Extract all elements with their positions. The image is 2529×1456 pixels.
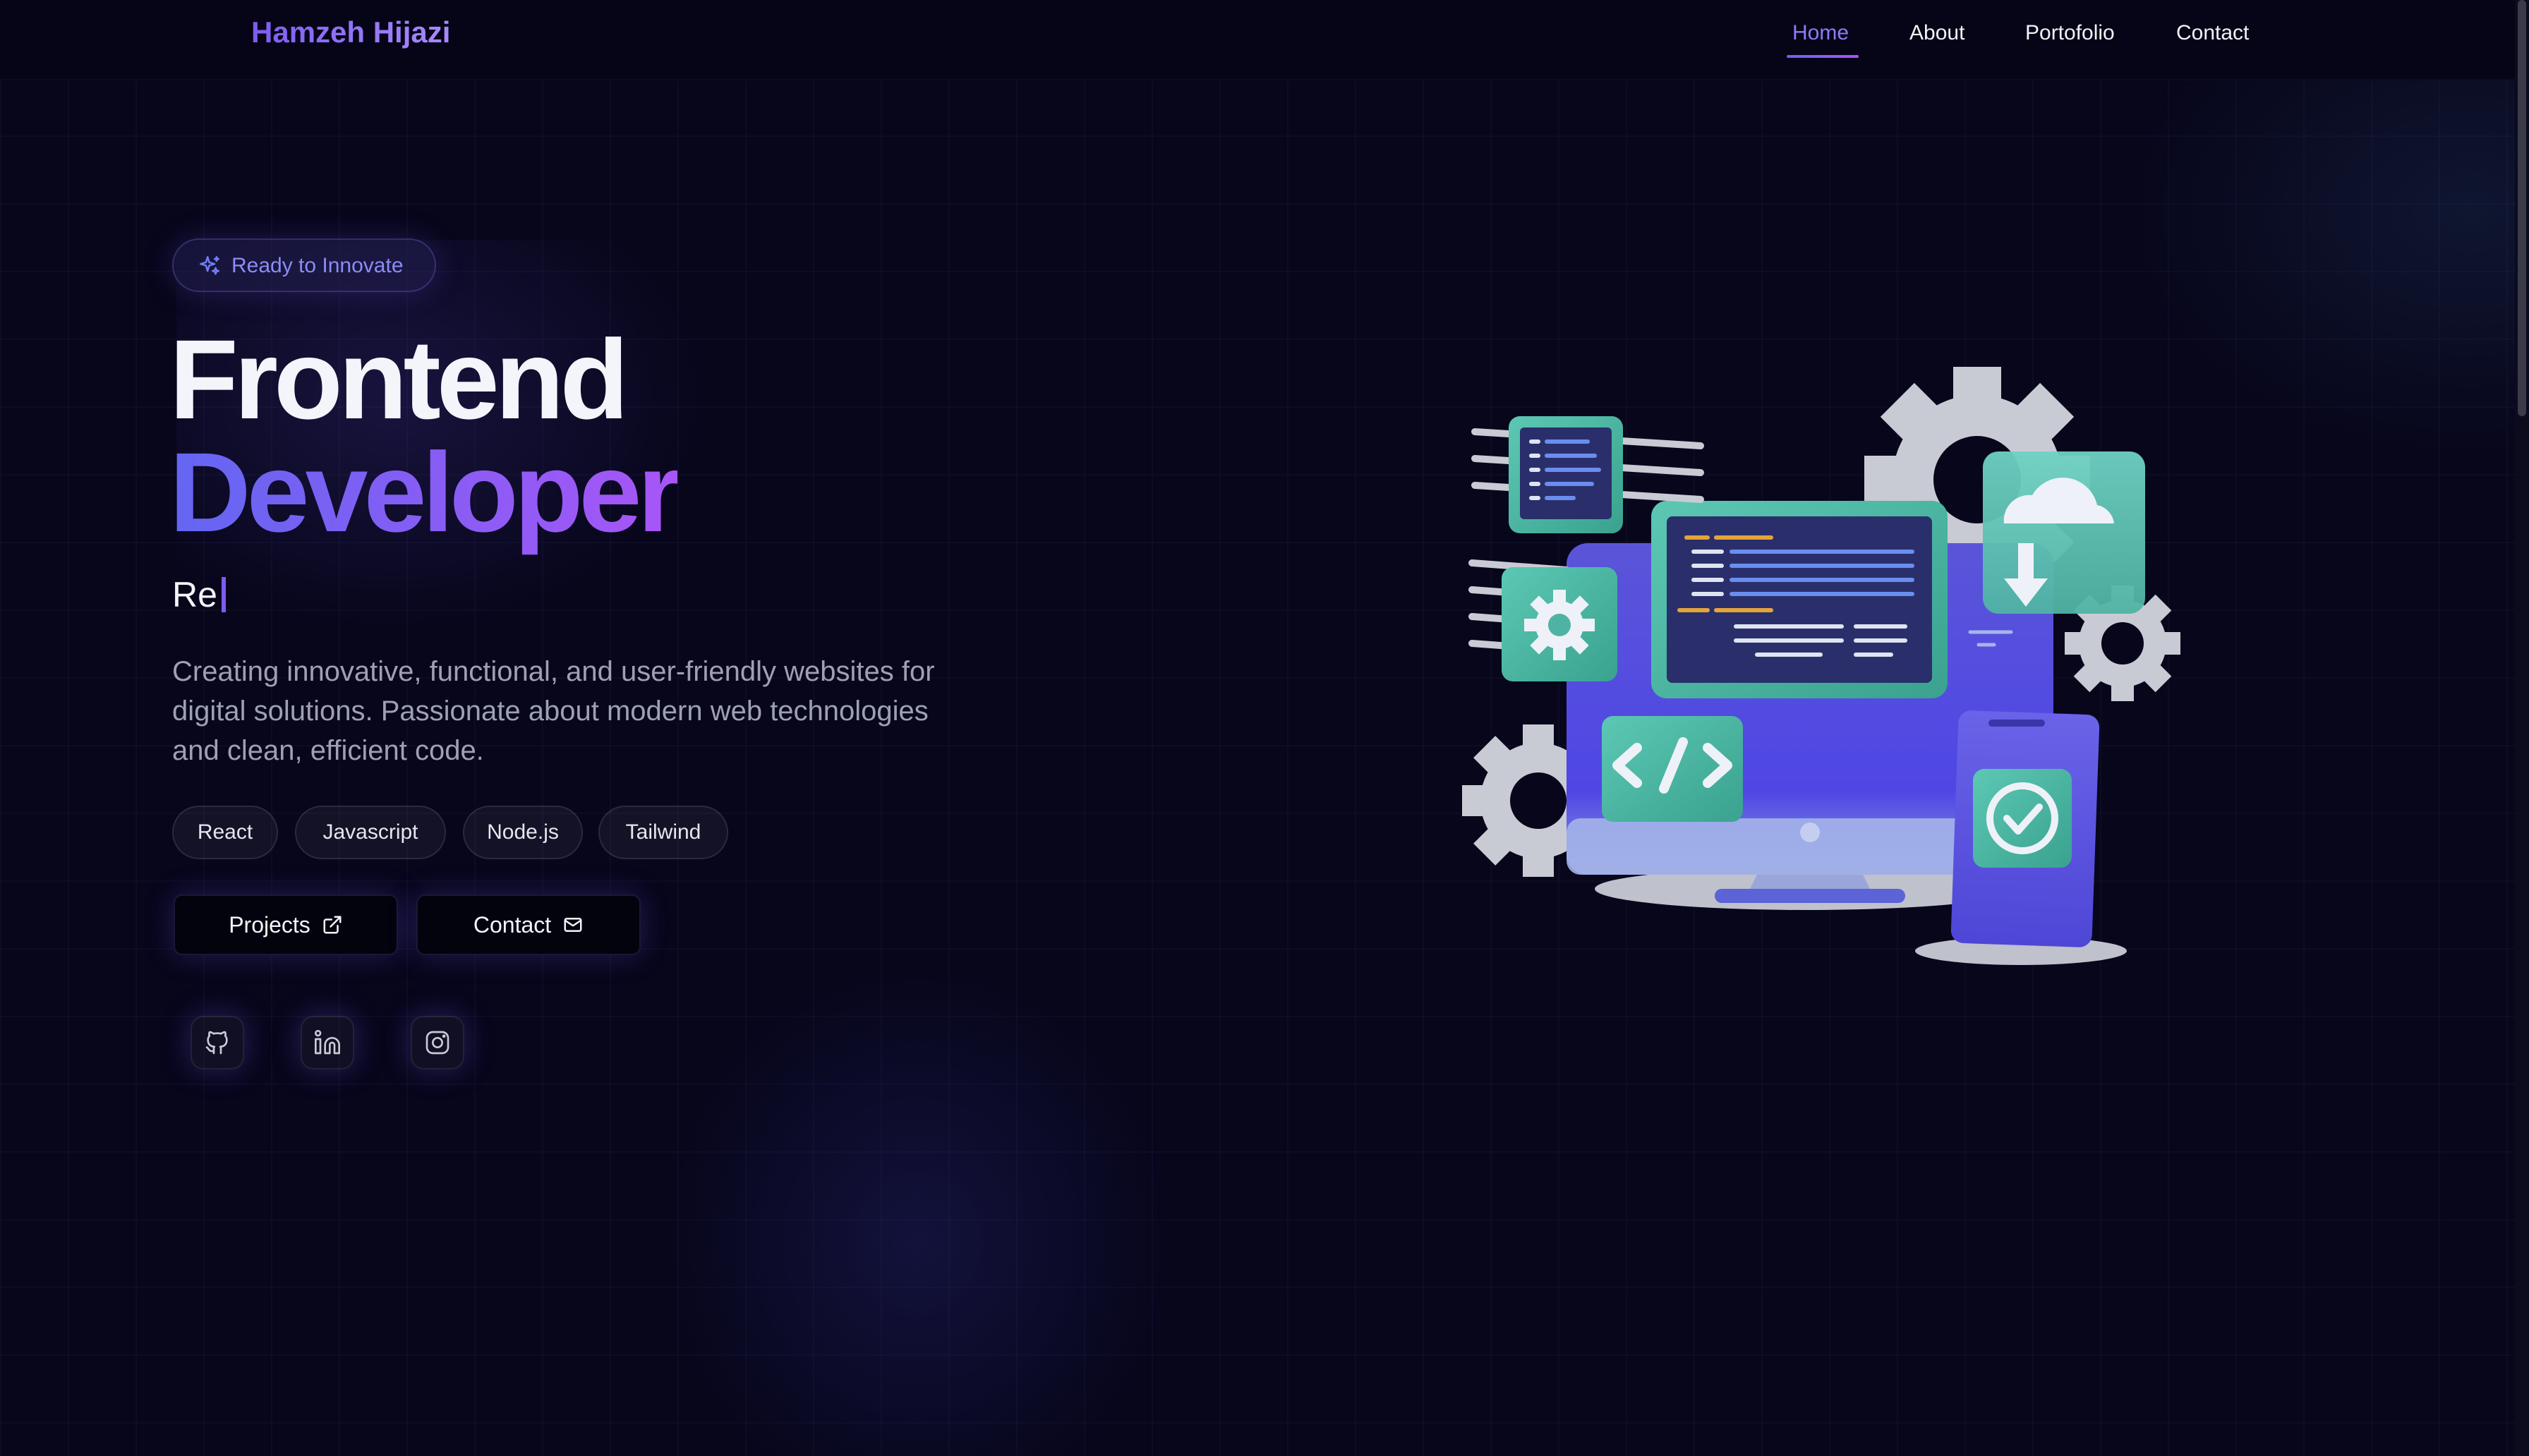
navbar: Hamzeh Hijazi Home About Portofolio Cont… (0, 0, 2515, 80)
projects-button-label: Projects (229, 911, 310, 938)
nav-contact[interactable]: Contact (2176, 21, 2249, 56)
linkedin-icon (315, 1030, 340, 1055)
hero-title-line2: Developer (169, 429, 682, 555)
external-link-icon (323, 916, 342, 934)
scrollbar-thumb[interactable] (2518, 0, 2526, 416)
contact-button[interactable]: Contact (416, 894, 641, 955)
instagram-icon (425, 1031, 449, 1055)
github-icon (205, 1031, 228, 1055)
page: Hamzeh Hijazi Home About Portofolio Cont… (0, 0, 2529, 1456)
hero-title-line1: Frontend (169, 316, 629, 442)
nav-active-indicator (1787, 55, 1859, 58)
instagram-link[interactable] (411, 1016, 464, 1069)
nav-portfolio[interactable]: Portofolio (2025, 21, 2115, 56)
developer-illustration (1462, 367, 2180, 965)
github-link[interactable] (191, 1016, 244, 1069)
tech-chip-javascript: Javascript (295, 806, 446, 859)
typing-text: Re (172, 574, 226, 615)
typed-text-value: Re (172, 575, 217, 614)
ready-badge: Ready to Innovate (172, 238, 436, 292)
badge-label: Ready to Innovate (231, 254, 404, 277)
mail-icon (564, 918, 582, 932)
sparkles-icon (199, 255, 220, 275)
tech-chip-tailwind: Tailwind (598, 806, 728, 859)
linkedin-link[interactable] (301, 1016, 354, 1069)
projects-button[interactable]: Projects (174, 894, 398, 955)
nav-about[interactable]: About (1909, 21, 1964, 56)
typing-caret (221, 577, 226, 612)
nav-home[interactable]: Home (1792, 21, 1849, 56)
brand-logo[interactable]: Hamzeh Hijazi (251, 16, 450, 49)
tech-chip-nodejs: Node.js (463, 806, 583, 859)
contact-button-label: Contact (473, 911, 552, 938)
hero-description: Creating innovative, functional, and use… (172, 656, 935, 766)
tech-chip-react: React (172, 806, 278, 859)
